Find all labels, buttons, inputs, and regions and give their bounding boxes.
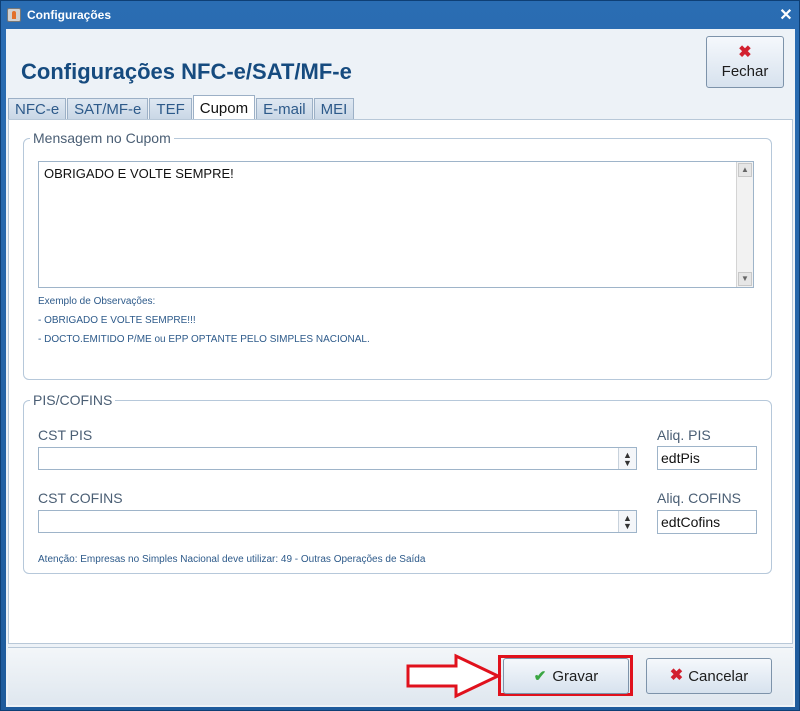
x-icon: ✖ xyxy=(738,43,752,61)
aliq-pis-input[interactable]: edtPis xyxy=(657,446,757,470)
tab-bar: NFC-e SAT/MF-e TEF Cupom E-mail MEI xyxy=(8,95,355,120)
spin-arrows-icon[interactable]: ▲ ▼ xyxy=(618,511,636,532)
mensagem-cupom-text: OBRIGADO E VOLTE SEMPRE! xyxy=(44,166,234,181)
aliq-cofins-input[interactable]: edtCofins xyxy=(657,510,757,534)
cst-pis-select[interactable]: ▲ ▼ xyxy=(38,447,637,470)
fechar-label: Fechar xyxy=(721,62,769,80)
spin-arrows-icon[interactable]: ▲ ▼ xyxy=(618,448,636,469)
memo-scrollbar[interactable]: ▲ ▼ xyxy=(736,162,753,287)
client-area: Configurações NFC-e/SAT/MF-e ✖ Fechar NF… xyxy=(6,29,795,707)
pis-cofins-group: PIS/COFINS CST PIS ▲ ▼ Aliq. PIS edtPis C… xyxy=(23,392,772,574)
aliq-cofins-label: Aliq. COFINS xyxy=(657,490,742,506)
check-icon: ✔ xyxy=(533,668,547,685)
simples-nacional-note: Atenção: Empresas no Simples Nacional de… xyxy=(38,554,426,565)
title-bar[interactable]: Configurações ✕ xyxy=(1,1,799,29)
aliq-pis-label: Aliq. PIS xyxy=(657,427,711,443)
cst-cofins-label: CST COFINS xyxy=(38,490,123,506)
page-title: Configurações NFC-e/SAT/MF-e xyxy=(21,59,352,84)
gravar-label: Gravar xyxy=(552,667,599,685)
mensagem-cupom-group: Mensagem no Cupom OBRIGADO E VOLTE SEMPR… xyxy=(23,130,772,380)
pis-cofins-legend: PIS/COFINS xyxy=(30,392,116,408)
mensagem-cupom-memo[interactable]: OBRIGADO E VOLTE SEMPRE! ▲ ▼ xyxy=(38,161,754,288)
cancelar-button[interactable]: ✖ Cancelar xyxy=(646,658,772,694)
hint-line-1: - OBRIGADO E VOLTE SEMPRE!!! xyxy=(38,315,196,326)
window-close-icon[interactable]: ✕ xyxy=(773,5,799,25)
cst-cofins-select[interactable]: ▲ ▼ xyxy=(38,510,637,533)
configuracoes-window: Configurações ✕ Configurações NFC-e/SAT/… xyxy=(0,0,800,711)
hint-line-2: - DOCTO.EMITIDO P/ME ou EPP OPTANTE PELO… xyxy=(38,334,370,345)
tab-tef[interactable]: TEF xyxy=(149,98,192,120)
mensagem-cupom-legend: Mensagem no Cupom xyxy=(30,130,174,146)
window-title: Configurações xyxy=(27,8,112,22)
x-icon: ✖ xyxy=(669,667,684,684)
tab-cupom[interactable]: Cupom xyxy=(192,95,256,120)
gravar-button[interactable]: ✔ Gravar xyxy=(503,658,629,694)
scroll-down-icon[interactable]: ▼ xyxy=(738,272,752,286)
app-icon xyxy=(7,8,21,22)
cancelar-label: Cancelar xyxy=(688,667,749,685)
fechar-button[interactable]: ✖ Fechar xyxy=(706,36,784,88)
tab-mei[interactable]: MEI xyxy=(313,98,355,120)
red-arrow-annotation xyxy=(406,653,502,699)
cst-pis-label: CST PIS xyxy=(38,427,93,443)
tab-panel-cupom: Mensagem no Cupom OBRIGADO E VOLTE SEMPR… xyxy=(8,119,793,644)
hint-title: Exemplo de Observações: xyxy=(38,296,156,307)
tab-sat-mfe[interactable]: SAT/MF-e xyxy=(67,98,149,120)
scroll-up-icon[interactable]: ▲ xyxy=(738,163,752,177)
tab-email[interactable]: E-mail xyxy=(256,98,313,120)
tab-nfce[interactable]: NFC-e xyxy=(8,98,67,120)
